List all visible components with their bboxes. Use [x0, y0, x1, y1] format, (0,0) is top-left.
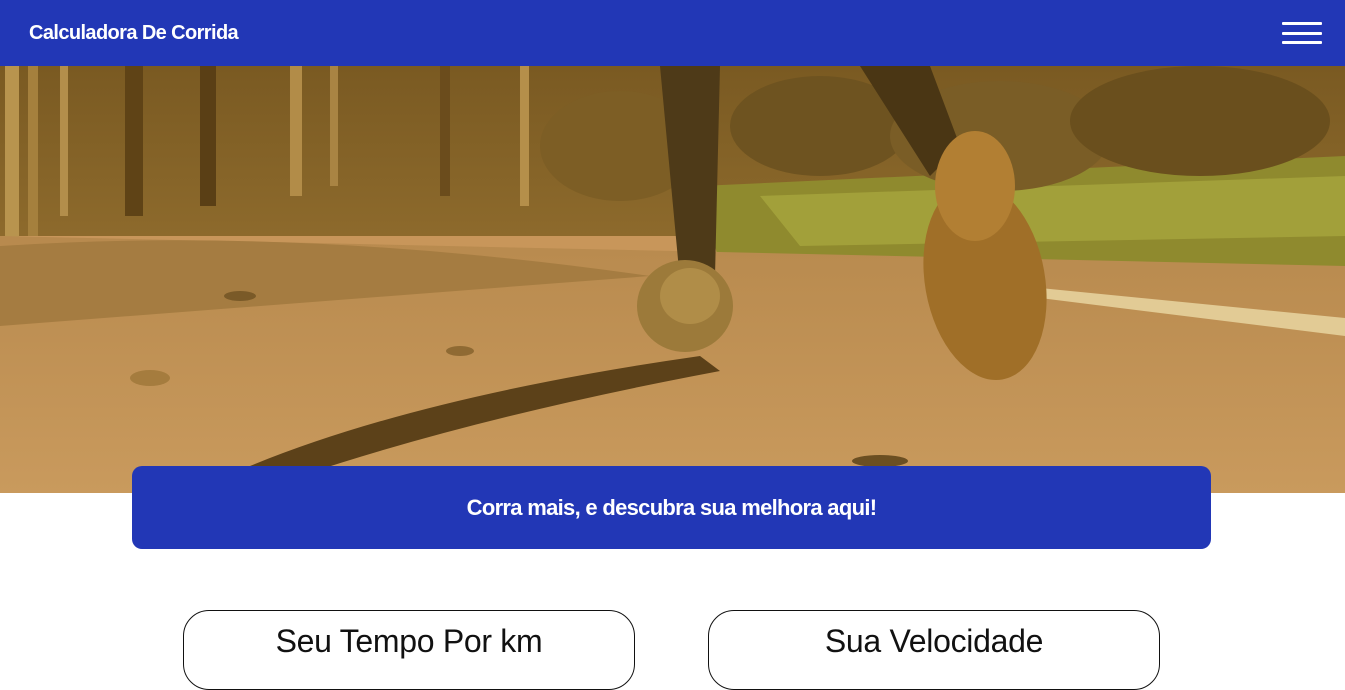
- tagline-banner: Corra mais, e descubra sua melhora aqui!: [132, 466, 1211, 549]
- speed-card[interactable]: Sua Velocidade: [708, 610, 1160, 690]
- runner-photo: [0, 66, 1345, 493]
- brand-link[interactable]: Calculadora De Corrida: [29, 22, 239, 45]
- tagline-text: Corra mais, e descubra sua melhora aqui!: [466, 494, 877, 520]
- pace-card[interactable]: Seu Tempo Por km: [183, 610, 635, 690]
- hamburger-menu-icon[interactable]: [1282, 22, 1322, 44]
- pace-card-title: Seu Tempo Por km: [275, 623, 543, 659]
- speed-card-title: Sua Velocidade: [824, 623, 1044, 659]
- top-navbar: Calculadora De Corrida: [0, 0, 1345, 66]
- menu-bar: [1282, 41, 1322, 44]
- menu-bar: [1282, 31, 1322, 35]
- menu-bar: [1282, 22, 1322, 25]
- hero-image: [0, 66, 1345, 493]
